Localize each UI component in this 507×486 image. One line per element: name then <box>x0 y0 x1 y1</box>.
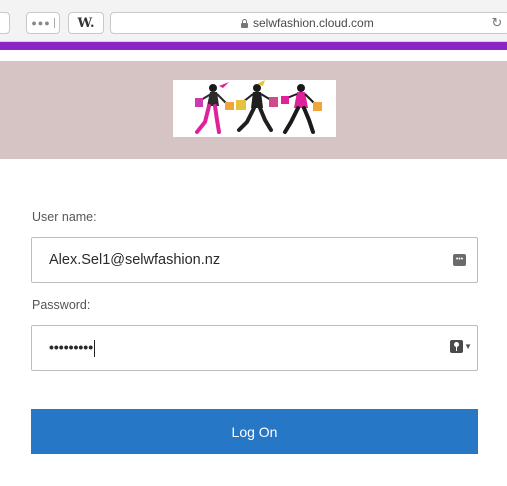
address-bar[interactable]: selwfashion.cloud.com ↻ <box>110 12 507 34</box>
password-value: ••••••••• <box>49 339 94 355</box>
password-label: Password: <box>32 298 91 312</box>
sidebar-button[interactable] <box>0 12 10 34</box>
password-field[interactable]: ••••••••• ▼ <box>31 325 478 371</box>
chevron-down-icon: ▼ <box>464 342 472 351</box>
log-on-button[interactable]: Log On <box>31 409 478 454</box>
dots-icon: ●●● <box>31 18 51 28</box>
key-icon <box>450 340 464 353</box>
keychain-autofill[interactable]: ▼ <box>450 340 472 353</box>
url-text: selwfashion.cloud.com <box>253 16 374 30</box>
username-value: Alex.Sel1@selwfashion.nz <box>49 252 221 268</box>
reload-icon[interactable]: ↻ <box>489 15 505 31</box>
header-banner <box>0 61 507 159</box>
username-field[interactable]: Alex.Sel1@selwfashion.nz ••• <box>31 237 478 283</box>
lock-icon <box>241 18 248 28</box>
bookmark-w-button[interactable]: W. <box>68 12 104 34</box>
brand-color-bar <box>0 42 507 50</box>
text-caret <box>94 339 96 357</box>
tab-overview-button[interactable]: ●●● <box>26 12 60 34</box>
shopping-women-logo <box>173 80 336 137</box>
browser-toolbar: ●●● W. selwfashion.cloud.com ↻ <box>0 0 507 42</box>
username-label: User name: <box>32 210 97 224</box>
autofill-icon[interactable]: ••• <box>453 254 466 266</box>
